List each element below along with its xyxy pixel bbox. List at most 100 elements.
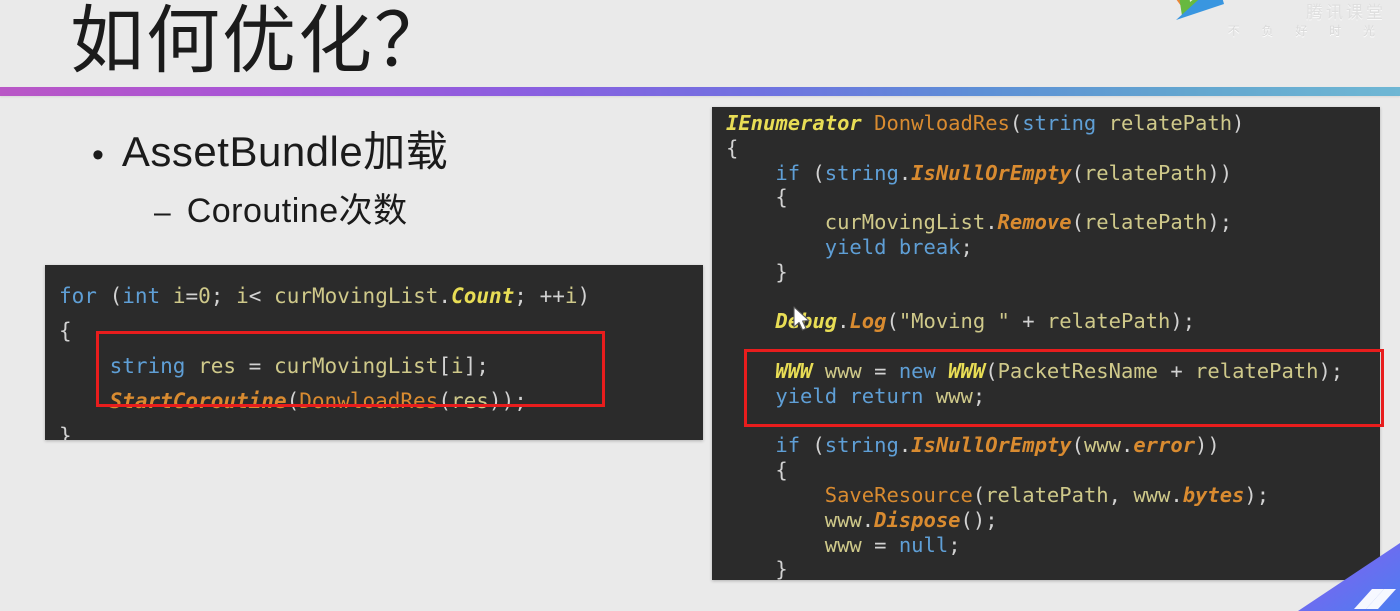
- code-token: Count: [451, 284, 515, 308]
- code-token: (: [1071, 433, 1084, 458]
- code-token: (: [972, 482, 986, 507]
- code-token: string: [109, 354, 186, 378]
- code-line: for (int i=0; i< curMovingList.Count; ++…: [59, 279, 703, 314]
- code-token: [: [438, 354, 451, 378]
- code-line: }: [726, 260, 1380, 285]
- code-token: ;: [476, 354, 489, 378]
- code-line: StartCoroutine(DonwloadRes(res));: [59, 384, 703, 419]
- code-token: i: [236, 284, 249, 308]
- mouse-cursor-icon: [793, 306, 810, 331]
- code-line: WWW www = new WWW(PacketResName + relate…: [726, 359, 1380, 384]
- code-token: .: [438, 284, 452, 308]
- code-token: );: [1318, 358, 1344, 383]
- bullet-level2-label: Coroutine次数: [186, 192, 408, 230]
- brand-tagline: 不 负 好 时 光: [1227, 24, 1384, 38]
- bullet-dash-icon: –: [154, 196, 171, 229]
- code-line: {: [59, 314, 703, 349]
- code-block-left: for (int i=0; i< curMovingList.Count; ++…: [45, 265, 703, 440]
- code-token: );: [1207, 210, 1233, 235]
- page-title: 如何优化？: [70, 1, 450, 83]
- code-line: }: [59, 419, 703, 440]
- code-line: if (string.IsNullOrEmpty(www.error)): [726, 433, 1380, 458]
- code-token: PacketResName: [997, 358, 1159, 383]
- slide-canvas: 如何优化？ • AssetBundle加载 – Coroutine次数 for …: [0, 0, 1400, 611]
- code-token: DonwloadRes: [874, 111, 1010, 135]
- code-token: string: [824, 160, 899, 185]
- code-token: curMovingList: [273, 354, 439, 378]
- code-token: ): [1232, 111, 1245, 135]
- code-line: SaveResource(relatePath, www.bytes);: [726, 483, 1380, 508]
- code-block-right-content: IEnumerator DonwloadRes(string relatePat…: [712, 107, 1380, 580]
- code-token: i: [564, 284, 578, 308]
- code-token: for: [59, 284, 97, 308]
- code-line: www.Dispose();: [726, 508, 1380, 533]
- code-token: curMovingList: [824, 210, 986, 235]
- code-token: DonwloadRes: [299, 389, 439, 413]
- code-token: "Moving ": [898, 309, 1010, 334]
- brand-wordmark: 腾讯课堂: [1306, 3, 1386, 23]
- corner-badge-icon: [1298, 543, 1400, 611]
- bullet-level2: – Coroutine次数: [154, 188, 448, 234]
- code-token: .: [837, 309, 850, 334]
- code-token: IsNullOrEmpty: [911, 433, 1072, 458]
- code-token: }: [726, 259, 788, 284]
- code-token: relatePath: [1083, 160, 1208, 185]
- code-line: string res = curMovingList[i];: [59, 349, 703, 384]
- code-token: yield: [824, 234, 887, 259]
- code-token: 0: [198, 284, 211, 308]
- code-token: relatePath: [1046, 309, 1171, 334]
- code-token: }: [59, 424, 72, 440]
- code-token: .: [1120, 433, 1134, 458]
- code-token: )): [1195, 433, 1220, 458]
- code-token: <: [248, 284, 275, 308]
- code-token: =: [874, 532, 899, 557]
- code-token: ();: [960, 507, 998, 532]
- code-token: .: [861, 507, 875, 532]
- code-token: =: [874, 358, 899, 383]
- code-token: .: [898, 160, 912, 185]
- code-token: www: [824, 532, 875, 557]
- code-token: relatePath: [1096, 111, 1233, 135]
- code-token: null: [898, 532, 949, 557]
- code-token: )): [1207, 160, 1233, 185]
- code-token: int: [122, 284, 161, 308]
- code-token: +: [1009, 309, 1047, 334]
- code-token: WWW: [775, 358, 813, 383]
- code-token: string: [824, 433, 899, 458]
- code-token: relatePath: [985, 482, 1109, 507]
- code-token: www: [1083, 433, 1121, 458]
- code-token: ;: [972, 383, 986, 408]
- code-token: (: [1071, 210, 1084, 235]
- code-token: ;: [210, 284, 237, 308]
- code-token: (: [438, 389, 451, 413]
- code-token: ;: [514, 284, 540, 308]
- bullet-list: • AssetBundle加载 – Coroutine次数: [92, 124, 448, 234]
- code-line: {: [726, 458, 1380, 483]
- code-token: {: [726, 185, 788, 210]
- code-token: return: [849, 383, 924, 408]
- code-token: )): [488, 389, 515, 413]
- code-token: relatePath: [1195, 358, 1319, 383]
- code-line: {: [726, 136, 1380, 161]
- code-token: IsNullOrEmpty: [911, 160, 1072, 185]
- code-token: i: [450, 354, 464, 378]
- code-token: new: [898, 358, 936, 383]
- code-token: (: [109, 284, 123, 308]
- code-token: i: [160, 284, 186, 308]
- code-token: =: [185, 284, 199, 308]
- code-token: (: [886, 309, 899, 334]
- code-token: Log: [849, 309, 887, 334]
- code-token: WWW: [948, 358, 986, 383]
